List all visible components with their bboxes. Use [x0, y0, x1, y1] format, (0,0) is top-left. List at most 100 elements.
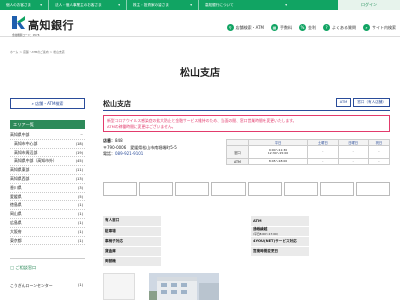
chevron-down-icon: ▾	[40, 3, 42, 7]
branch-tags: ATM 窓口（有人店舗）	[335, 98, 390, 107]
area-item[interactable]: 高知県西部 (13)	[10, 175, 85, 184]
area-item[interactable]: 香川県 (3)	[10, 184, 85, 193]
consult-item[interactable]: こうぎんローンセンター (1)	[10, 283, 85, 289]
top-nav: 個人のお客さま ▾ 法人・個人事業主のお客さま ▾ 株主・投資家の皆さま ▾ 高知銀行…	[0, 0, 400, 10]
nav-store-search[interactable]: ⚲ 店舗検索・ATM	[226, 24, 264, 31]
pin-icon: ⚲	[226, 24, 234, 31]
header-nav: ⚲ 店舗検索・ATM ▦ 手数料 % 金利 ? よくある質問 ⌕ サイト内検索	[226, 24, 396, 31]
area-item[interactable]: 大阪府 (1)	[10, 228, 85, 237]
hours-cell: -	[307, 158, 339, 166]
area-item[interactable]: 岡山県 (1)	[10, 210, 85, 219]
attr-value	[160, 226, 241, 237]
attr-label: 有人窓口	[103, 216, 161, 227]
service-icons-row	[103, 182, 390, 196]
hours-cell: -	[367, 145, 391, 160]
chevron-down-icon: ▾	[118, 3, 120, 7]
hours-cell: -	[337, 158, 369, 166]
attr-label: 4YOU(NET)サービス対応	[251, 236, 310, 247]
topnav-investors[interactable]: 株主・投資家の皆さま ▾	[126, 0, 198, 10]
area-item[interactable]: 東京都 (1)	[10, 237, 85, 246]
hours-cell: 9:00～11:30 12:30～15:00	[247, 145, 309, 160]
tel-label: 電話：	[103, 151, 115, 157]
nav-interest[interactable]: % 金利	[299, 24, 316, 31]
attr-label: 通帳繰越 (平日8:00～17:00)	[251, 226, 310, 237]
login-button[interactable]: ログイン	[338, 0, 400, 10]
hours-row-label: ATM	[226, 158, 249, 166]
area-item[interactable]: 高知県中部（高知市外） (45)	[10, 157, 85, 167]
site-header: 高知銀行 金融機関コード：0578 ⚲ 店舗検索・ATM ▦ 手数料 % 金利 ? よく…	[0, 10, 400, 37]
attr-label: 駐車場	[103, 226, 161, 237]
attributes-table-right: ATM 通帳繰越 (平日8:00～17:00) 4YOU(NET)サービス対応 営…	[251, 216, 390, 257]
nav-site-search[interactable]: ⌕ サイト内検索	[363, 24, 396, 31]
collapse-icon[interactable]: −	[80, 131, 83, 140]
area-item[interactable]: 愛媛県 (5)	[10, 193, 85, 202]
service-badge	[175, 182, 210, 196]
attr-value	[309, 226, 390, 237]
nav-fees[interactable]: ▦ 手数料	[271, 24, 292, 31]
store-search-button[interactable]: ⌕ 店舗・ATM検索	[10, 98, 85, 109]
question-icon: ?	[323, 24, 330, 31]
notice-box: 新型コロナウイルス感染症の拡大防止と金融サービス維持のため、当面の間、窓口営業時…	[103, 115, 390, 132]
consult-heading: □ ご相談窓口	[10, 265, 37, 270]
service-badge	[103, 182, 138, 196]
area-item[interactable]: 徳島県 (1)	[10, 201, 85, 211]
notice-line: ATMの稼働時間に変更はございません。	[107, 123, 176, 129]
branch-photo-placeholder	[103, 273, 135, 300]
area-list: 高知県中部 − 高知市中心部 (18) 高知市周辺部 (19) 高知県中部（高知市外）…	[10, 131, 85, 246]
breadcrumb-stores[interactable]: 店舗・ATMのご案内	[23, 50, 48, 54]
topnav-business[interactable]: 法人・個人事業主のお客さま ▾	[48, 0, 126, 10]
branch-building-photo	[149, 273, 219, 300]
attr-label: 車椅子対応	[103, 236, 161, 247]
service-badge	[139, 182, 174, 196]
attr-value	[160, 246, 241, 257]
area-item[interactable]: 高知県中部 −	[10, 131, 85, 140]
attr-value	[160, 256, 241, 267]
attr-label: 両替機	[103, 256, 161, 267]
bank-name[interactable]: 高知銀行	[28, 17, 74, 33]
attr-value	[160, 216, 241, 227]
attr-label: 営業時間変更日	[251, 246, 310, 257]
topnav-about[interactable]: 高知銀行について ▾	[198, 0, 293, 10]
attr-value	[160, 236, 241, 247]
attr-value	[309, 236, 390, 247]
attr-value	[309, 216, 390, 227]
area-item[interactable]: 高知市中心部 (18)	[10, 140, 85, 149]
service-badge	[283, 182, 318, 196]
breadcrumb: ホーム＞店舗・ATMのご案内＞松山支店	[10, 50, 65, 54]
sidebar-divider	[10, 258, 85, 259]
service-badge	[211, 182, 246, 196]
calculator-icon: ▦	[271, 24, 278, 31]
percent-icon: %	[299, 24, 306, 31]
topnav-personal[interactable]: 個人のお客さま ▾	[0, 0, 48, 10]
title-rule	[103, 110, 390, 111]
tag-atm: ATM	[335, 98, 352, 107]
attributes-table-left: 有人窓口 駐車場 車椅子対応 貸金庫 両替機	[103, 216, 241, 267]
area-item[interactable]: 高知県東部 (11)	[10, 166, 85, 175]
hours-row-label: 窓口	[226, 145, 249, 160]
hours-cell: 8:45～18:00	[247, 158, 309, 166]
service-badge	[319, 182, 354, 196]
tel-link[interactable]: 089-921-9101	[115, 151, 143, 156]
nav-faq[interactable]: ? よくある質問	[323, 24, 356, 31]
service-badge	[355, 182, 390, 196]
breadcrumb-home[interactable]: ホーム	[10, 50, 18, 54]
area-item[interactable]: 高知市周辺部 (19)	[10, 149, 85, 158]
chevron-down-icon: ▾	[190, 3, 192, 7]
attr-value	[309, 246, 390, 257]
hours-cell: -	[337, 145, 369, 160]
branch-info: 店番：848 〒790-0006 愛媛県松山市南堀端町5-5 電話：089-92…	[103, 138, 177, 158]
breadcrumb-current: 松山支店	[53, 50, 65, 54]
area-list-heading: エリア一覧	[10, 120, 85, 129]
service-badge	[247, 182, 282, 196]
business-hours-table: 平日 土曜日 日曜日 祝日 窓口 9:00～11:30 12:30～15:00 -…	[226, 138, 391, 166]
bank-code: 金融機関コード：0578	[12, 34, 40, 37]
bank-logo-icon[interactable]	[12, 16, 26, 29]
area-item[interactable]: 広島県 (1)	[10, 219, 85, 228]
attr-label: ATM	[251, 216, 310, 227]
hours-cell: -	[367, 158, 391, 166]
page-title: 松山支店	[180, 68, 220, 79]
tag-staffed-counter: 窓口（有人店舗）	[353, 98, 390, 107]
sitemap-icon: ⌕	[363, 24, 370, 31]
store-no-label: 店番：	[103, 138, 115, 143]
branch-name: 松山支店	[103, 100, 131, 108]
